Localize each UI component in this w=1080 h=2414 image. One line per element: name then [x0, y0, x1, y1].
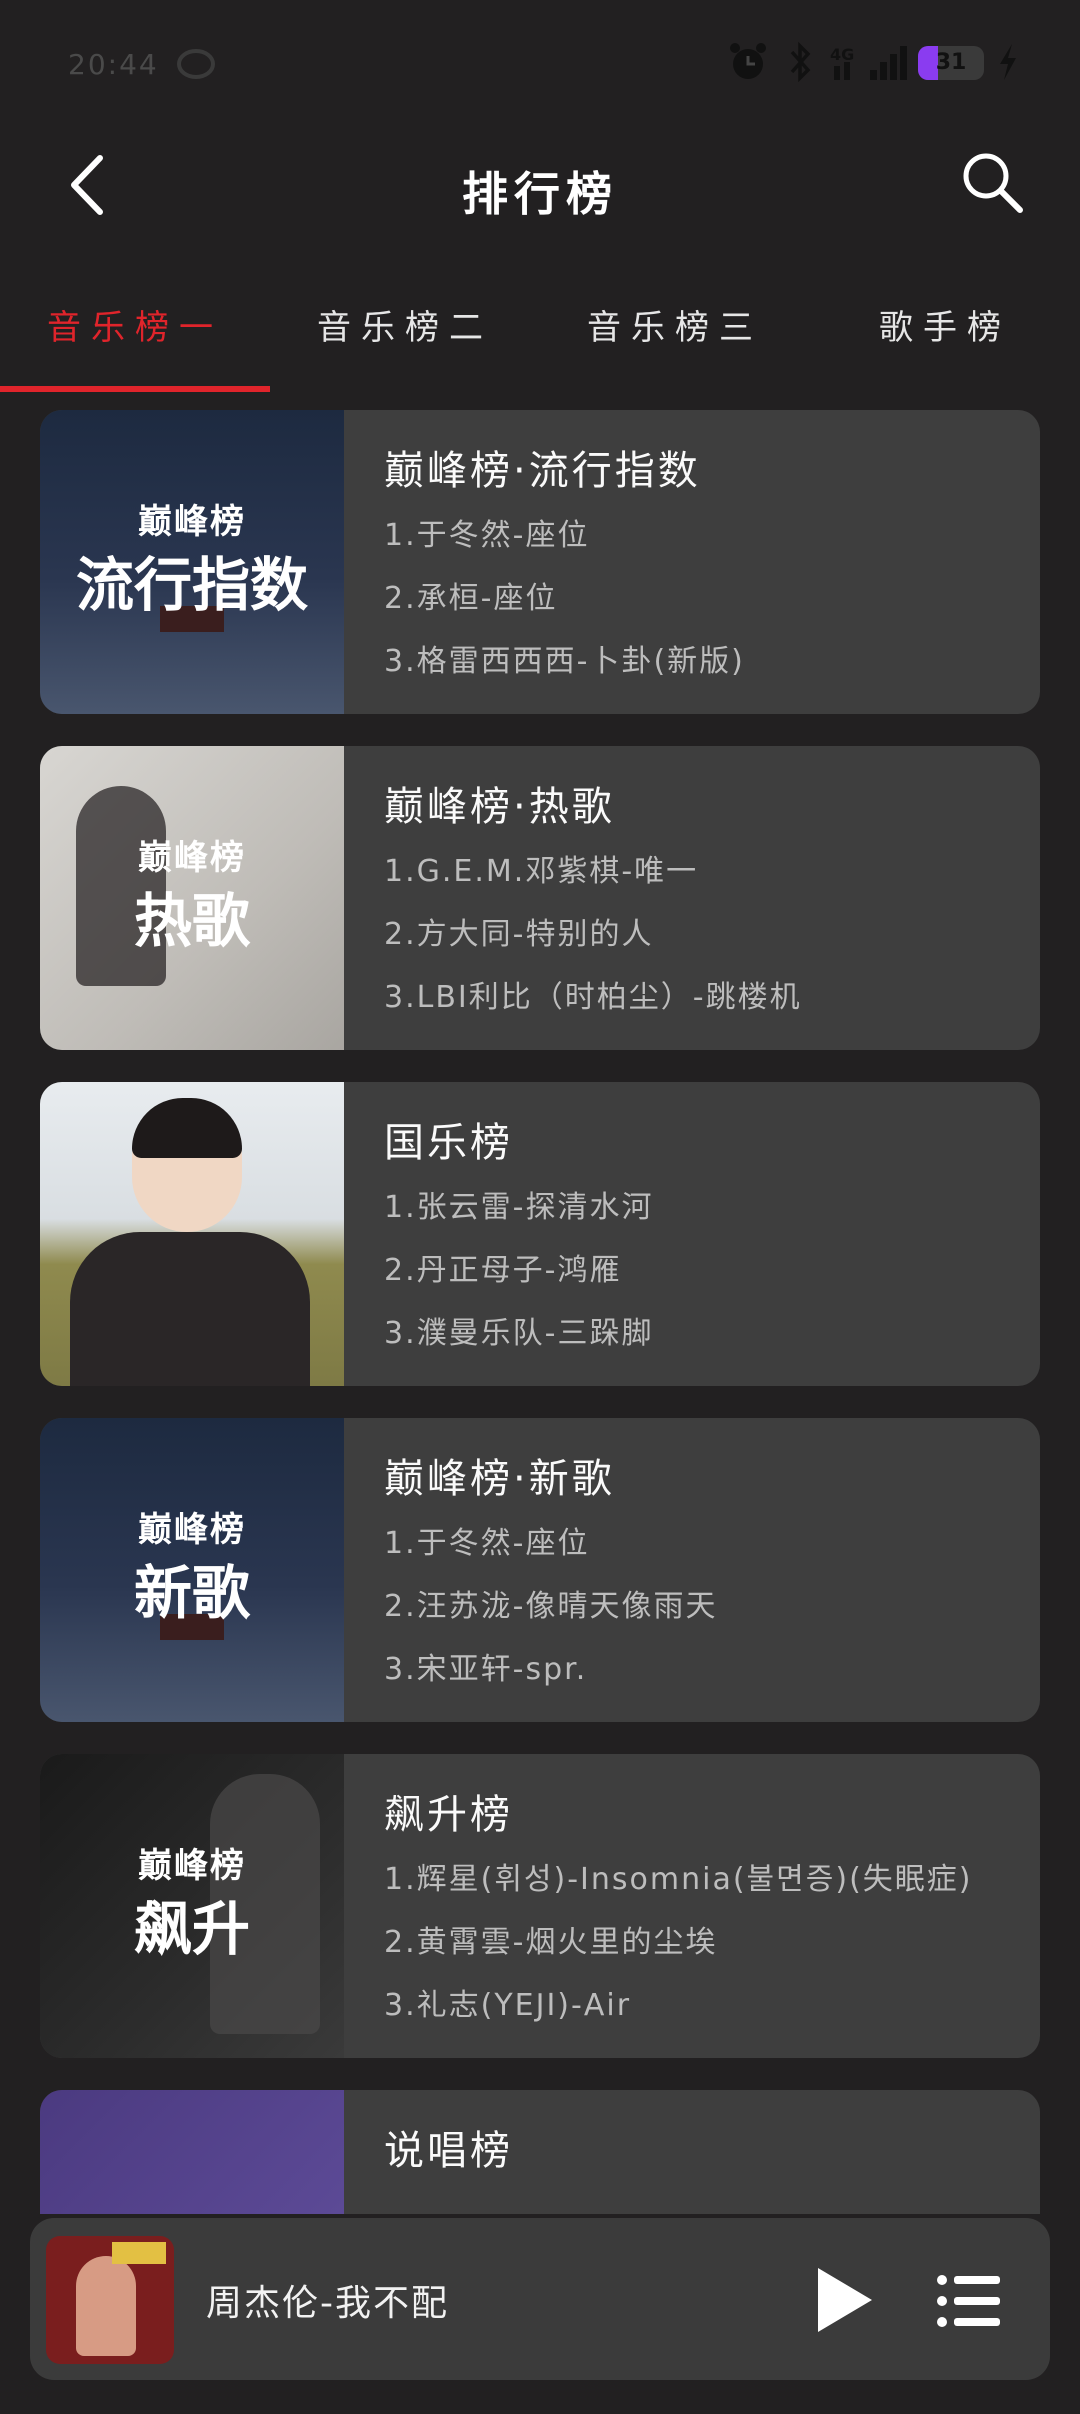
mini-player[interactable]: 周杰伦-我不配	[30, 2218, 1050, 2380]
status-bar: 20:44 4G 31	[0, 0, 1080, 120]
cover-label: 热歌	[133, 887, 250, 955]
track-item: 3.宋亚轩-spr.	[384, 1652, 588, 1687]
track-item: 1.于冬然-座位	[384, 1526, 590, 1561]
chat-bubble-icon	[177, 49, 215, 79]
chart-title: 国乐榜	[384, 1120, 513, 1166]
play-icon[interactable]	[802, 2260, 882, 2340]
search-icon[interactable]	[958, 148, 1028, 218]
signal-4g-icon: 4G	[830, 45, 854, 80]
album-art[interactable]	[46, 2236, 174, 2364]
alarm-icon	[730, 43, 766, 79]
track-item: 3.礼志(YEJI)-Air	[384, 1988, 632, 2023]
chart-title: 说唱榜	[384, 2128, 513, 2174]
chart-tabs: 音乐榜一 音乐榜二 音乐榜三 歌手榜	[0, 280, 1080, 392]
chart-title: 巅峰榜·流行指数	[384, 448, 701, 494]
chart-cover: 巅峰榜 飙升	[40, 1754, 344, 2058]
album-art-badge	[112, 2242, 166, 2264]
cover-brand: 巅峰榜	[138, 502, 246, 542]
page-title: 排行榜	[462, 167, 618, 221]
chart-cover: 巅峰榜 新歌	[40, 1418, 344, 1722]
chart-title: 巅峰榜·新歌	[384, 1456, 615, 1502]
tab-music-chart-2[interactable]: 音乐榜二	[270, 300, 540, 349]
chart-card-hot-songs[interactable]: 巅峰榜 热歌 巅峰榜·热歌 1.G.E.M.邓紫棋-唯一 2.方大同-特别的人 …	[40, 746, 1040, 1050]
svg-text:4G: 4G	[830, 45, 854, 64]
charging-icon	[1000, 44, 1016, 80]
cover-brand: 巅峰榜	[138, 838, 246, 878]
cover-label: 飙升	[133, 1895, 250, 1963]
cover-person-hair	[132, 1098, 242, 1158]
track-item: 2.黄霄雲-烟火里的尘埃	[384, 1925, 718, 1960]
status-time: 20:44	[68, 48, 159, 81]
chart-card-popular-index[interactable]: 巅峰榜 流行指数 巅峰榜·流行指数 1.于冬然-座位 2.承桓-座位 3.格雷西…	[40, 410, 1040, 714]
chart-card-rap[interactable]: 说唱榜	[40, 2090, 1040, 2214]
track-item: 2.方大同-特别的人	[384, 917, 654, 952]
now-playing-title: 周杰伦-我不配	[206, 2283, 449, 2324]
chart-cover	[40, 1082, 344, 1386]
cover-label: 新歌	[133, 1559, 250, 1627]
tab-singer-chart[interactable]: 歌手榜	[810, 300, 1080, 349]
active-tab-indicator	[0, 386, 270, 392]
app-header: 排行榜	[0, 120, 1080, 250]
track-item: 3.格雷西西西-卜卦(新版)	[384, 644, 745, 679]
playlist-icon[interactable]	[934, 2266, 1004, 2336]
battery-level: 31	[935, 50, 967, 75]
tab-music-chart-3[interactable]: 音乐榜三	[540, 300, 810, 349]
chart-title: 巅峰榜·热歌	[384, 784, 615, 830]
battery-indicator: 31	[918, 46, 984, 80]
track-item: 1.辉星(휘성)-Insomnia(불면증)(失眠症)	[384, 1862, 973, 1897]
track-item: 3.濮曼乐队-三跺脚	[384, 1316, 654, 1351]
track-item: 2.汪苏泷-像晴天像雨天	[384, 1589, 718, 1624]
track-item: 2.丹正母子-鸿雁	[384, 1253, 622, 1288]
bluetooth-icon	[790, 41, 811, 83]
cover-label: 流行指数	[75, 551, 308, 619]
track-item: 3.LBI利比（时柏尘）-跳楼机	[384, 980, 802, 1015]
chart-card-national-music[interactable]: 国乐榜 1.张云雷-探清水河 2.丹正母子-鸿雁 3.濮曼乐队-三跺脚	[40, 1082, 1040, 1386]
chart-cover	[40, 2090, 344, 2214]
chart-title: 飙升榜	[384, 1792, 513, 1838]
album-art-figure	[76, 2256, 136, 2356]
chart-card-new-songs[interactable]: 巅峰榜 新歌 巅峰榜·新歌 1.于冬然-座位 2.汪苏泷-像晴天像雨天 3.宋亚…	[40, 1418, 1040, 1722]
chart-cover: 巅峰榜 热歌	[40, 746, 344, 1050]
chart-cover: 巅峰榜 流行指数	[40, 410, 344, 714]
tab-music-chart-1[interactable]: 音乐榜一	[0, 300, 270, 349]
cover-brand: 巅峰榜	[138, 1510, 246, 1550]
track-item: 1.G.E.M.邓紫棋-唯一	[384, 854, 699, 889]
track-item: 2.承桓-座位	[384, 581, 558, 616]
track-item: 1.张云雷-探清水河	[384, 1190, 654, 1225]
chart-card-rising[interactable]: 巅峰榜 飙升 飙升榜 1.辉星(휘성)-Insomnia(불면증)(失眠症) 2…	[40, 1754, 1040, 2058]
cover-brand: 巅峰榜	[138, 1846, 246, 1886]
track-item: 1.于冬然-座位	[384, 518, 590, 553]
signal-bars-icon	[870, 46, 907, 80]
cover-person-robe	[70, 1232, 310, 1386]
